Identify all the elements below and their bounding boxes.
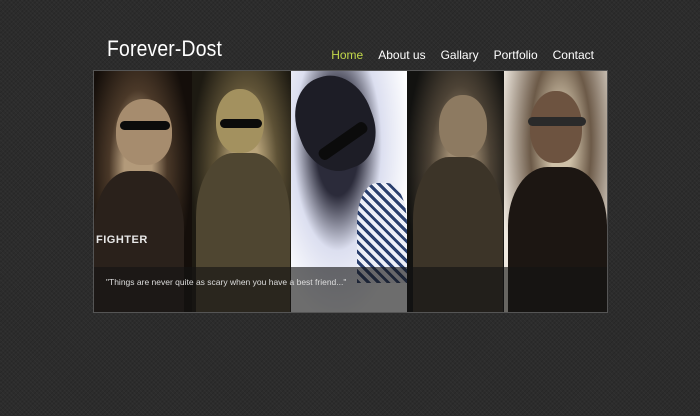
- main-nav: Home About us Gallary Portfolio Contact: [331, 48, 594, 62]
- nav-home[interactable]: Home: [331, 48, 363, 62]
- caption-bar: "Things are never quite as scary when yo…: [94, 267, 607, 312]
- nav-about-us[interactable]: About us: [378, 48, 425, 62]
- nav-portfolio[interactable]: Portfolio: [494, 48, 538, 62]
- site-title: Forever-Dost: [107, 36, 223, 61]
- nav-contact[interactable]: Contact: [553, 48, 594, 62]
- nav-gallary[interactable]: Gallary: [441, 48, 479, 62]
- hero-slider[interactable]: FIGHTER "Things are never quite as scary…: [93, 70, 608, 313]
- photo-shirt-text: FIGHTER: [96, 234, 148, 246]
- slide-caption: "Things are never quite as scary when yo…: [106, 277, 347, 287]
